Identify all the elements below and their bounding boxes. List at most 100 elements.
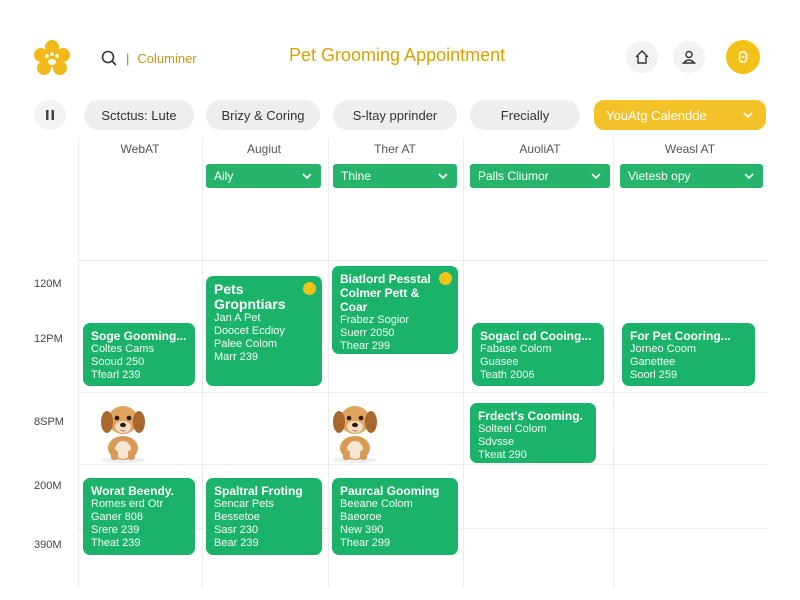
grid-line — [78, 464, 768, 465]
appointment-detail: Thear 299 — [340, 340, 391, 352]
column-header: AuoliAT — [519, 142, 561, 156]
appointment-detail: Jan A Pet — [214, 312, 261, 324]
column-header: WebAT — [120, 142, 160, 156]
appointment-detail: Baeoroe — [340, 511, 382, 523]
grid-line — [78, 260, 768, 261]
appointment-detail: Beeane Colom — [340, 498, 413, 510]
appointment-title: Sogacl cd Cooing... — [480, 329, 592, 343]
appointment-title: Biatlord Pesstal Colmer Pett & Coar — [340, 272, 431, 314]
appointment-card[interactable]: Soge Gooming... Coltes Cams Sooud 250 Tf… — [83, 323, 195, 386]
grid-line — [78, 392, 768, 393]
appointment-title: For Pet Cooring... — [630, 329, 731, 343]
appointment-title: Soge Gooming... — [91, 329, 187, 343]
appointment-detail: Marr 239 — [214, 351, 259, 363]
calendar-dropdown-label: YouAtg Calendde — [606, 107, 707, 123]
filter-status[interactable]: Sctctus: Lute — [84, 100, 194, 130]
column-dropdown-label: Vietesb opy — [628, 169, 691, 183]
column-header: Ther AT — [374, 142, 416, 156]
appointment-detail: Bessetoe — [214, 511, 260, 523]
time-label: 200M — [34, 480, 62, 492]
column-dropdown-label: Aily — [214, 169, 234, 183]
star-icon — [303, 282, 316, 295]
appointment-title: Spaltral Froting — [214, 484, 303, 498]
filter-reminder[interactable]: S-ltay pprinder — [333, 100, 457, 130]
appointment-detail: Tfearl 239 — [91, 369, 141, 381]
search-icon — [101, 50, 117, 66]
home-icon — [635, 50, 649, 64]
appointment-card[interactable]: For Pet Cooring... Jorneo Coom Ganettee … — [622, 323, 755, 386]
appointment-card[interactable]: Spaltral Froting Sencar Pets Bessetoe Sa… — [206, 478, 322, 555]
appointment-detail: Bear 239 — [214, 537, 259, 549]
appointment-detail: Srere 239 — [91, 524, 140, 536]
appointment-detail: Tkeat 290 — [478, 449, 527, 461]
paw-flower-logo-icon — [34, 40, 70, 75]
appointment-detail: Romes erd Otr — [91, 498, 164, 510]
search-bar[interactable]: | Columiner — [100, 47, 197, 69]
home-button[interactable] — [626, 41, 658, 73]
appointment-detail: Ganettee — [630, 356, 676, 368]
appointment-detail: Ganer 808 — [91, 511, 143, 523]
appointment-card[interactable]: Biatlord Pesstal Colmer Pett & Coar Frab… — [332, 266, 458, 354]
appointment-title: Paurcal Gooming — [340, 484, 440, 498]
appointment-detail: Sencar Pets — [214, 498, 274, 510]
appointment-title: Pets Gropntiars — [214, 282, 286, 312]
star-icon — [439, 272, 452, 285]
time-label: 390M — [34, 539, 62, 551]
appointment-card[interactable]: Sogacl cd Cooing... Fabase Colom Guasee … — [472, 323, 604, 386]
puppy-illustration — [101, 406, 145, 463]
appointment-title: Frdect's Cooming. — [478, 409, 583, 423]
page-title: Pet Grooming Appointment — [289, 45, 506, 65]
pet-tag-icon — [738, 51, 748, 63]
filter-frequency[interactable]: Frecially — [470, 100, 580, 130]
grid-line — [328, 138, 329, 588]
chevron-down-icon — [302, 173, 312, 180]
appointment-card[interactable]: Worat Beendy. Romes erd Otr Ganer 808 Sr… — [83, 478, 195, 555]
search-input[interactable]: Columiner — [137, 51, 196, 66]
appointment-detail: Palee Colom — [214, 338, 277, 350]
appointment-detail: Sooud 250 — [91, 356, 145, 368]
time-label: 8SPM — [34, 416, 64, 428]
appointment-detail: Sdvsse — [478, 436, 515, 448]
appointment-detail: New 390 — [340, 524, 384, 536]
column-dropdown-label: Palls Cliumor — [478, 169, 549, 183]
appointment-detail: Frabez Sogior — [340, 314, 410, 326]
appointment-detail: Theat 239 — [91, 537, 141, 549]
appointment-detail: Soorl 259 — [630, 369, 678, 381]
pause-icon — [46, 110, 54, 120]
column-header: Weasl AT — [664, 142, 716, 156]
calendar-dropdown[interactable]: YouAtg Calendde — [594, 100, 766, 130]
appointment-card[interactable]: Paurcal Gooming Beeane Colom Baeoroe New… — [332, 478, 458, 555]
grid-line — [463, 138, 464, 588]
time-label: 12PM — [34, 333, 63, 345]
appointment-detail: Coltes Cams — [91, 343, 154, 355]
time-label: 120M — [34, 278, 62, 290]
profile-button[interactable] — [726, 40, 760, 74]
filter-bathing-coloring[interactable]: Brizy & Coring — [206, 100, 320, 130]
appointment-detail: Thear 299 — [340, 537, 391, 549]
appointment-card[interactable]: Pets Gropntiars Jan A Pet Doocet Ecdioy … — [206, 276, 322, 386]
grid-line — [202, 138, 203, 588]
appointment-detail: Jorneo Coom — [630, 343, 697, 355]
grid-line — [78, 138, 79, 588]
column-dropdown[interactable]: Vietesb opy — [620, 164, 763, 188]
search-separator: | — [126, 50, 130, 66]
appointment-detail: Fabase Colom — [480, 343, 552, 355]
column-dropdown[interactable]: Aily — [206, 164, 321, 188]
column-dropdown[interactable]: Palls Cliumor — [470, 164, 610, 188]
chevron-down-icon — [743, 112, 753, 119]
user-icon — [681, 50, 697, 64]
chevron-down-icon — [438, 173, 448, 180]
appointment-card[interactable]: Frdect's Cooming. Solteel Colom Sdvsse T… — [470, 403, 596, 463]
puppy-illustration — [333, 406, 377, 463]
appointment-detail: Solteel Colom — [478, 423, 547, 435]
appointment-detail: Teath 2006 — [480, 369, 535, 381]
pause-button[interactable] — [34, 100, 66, 130]
appointment-title: Worat Beendy. — [91, 484, 174, 498]
appointment-detail: Doocet Ecdioy — [214, 325, 285, 337]
column-dropdown-label: Thine — [341, 169, 372, 183]
column-dropdown[interactable]: Thine — [333, 164, 457, 188]
appointment-detail: Guasee — [480, 356, 519, 368]
user-button[interactable] — [673, 41, 705, 73]
appointment-detail: Suerr 2050 — [340, 327, 395, 339]
column-header: Augiut — [246, 142, 282, 156]
